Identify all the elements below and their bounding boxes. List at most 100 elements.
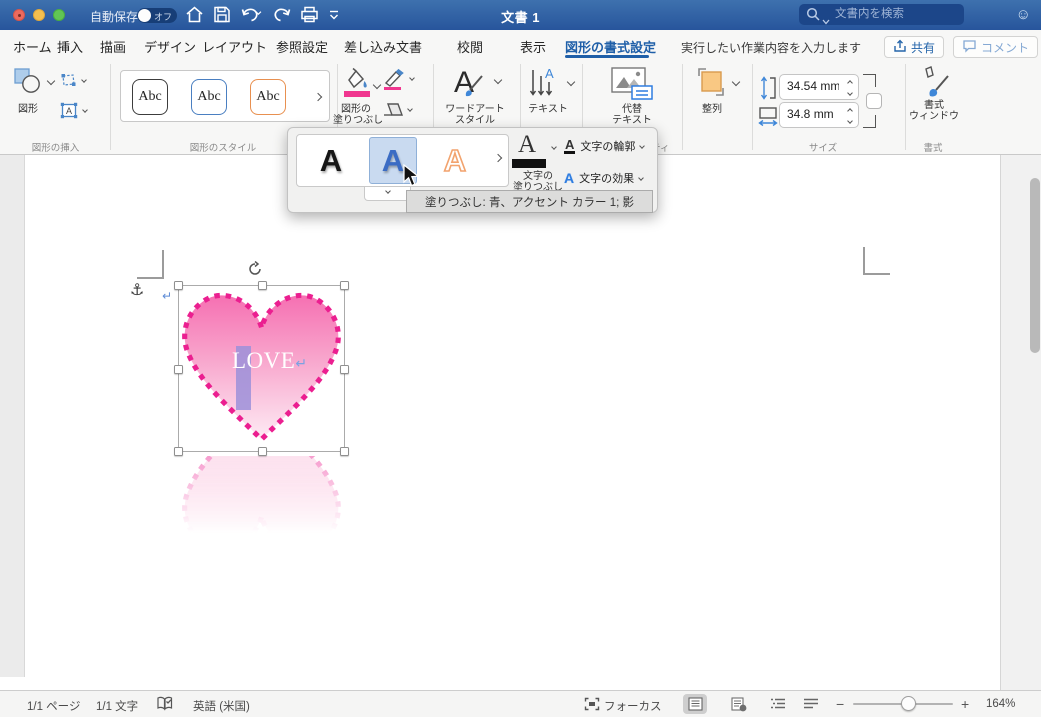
shape-height-input[interactable] — [787, 79, 839, 93]
shape-style-orange[interactable]: Abc — [250, 79, 286, 115]
search-scope-chevron-icon[interactable] — [822, 12, 830, 30]
gallery-more-icon[interactable] — [313, 92, 323, 102]
chevron-down-icon — [372, 80, 382, 90]
chevron-down-icon — [731, 77, 741, 87]
shape-fill-button[interactable] — [340, 66, 382, 103]
svg-text:A: A — [545, 66, 554, 81]
zoom-in-button[interactable]: + — [961, 696, 969, 712]
tab-design[interactable]: デザイン — [144, 37, 196, 56]
resize-handle-n[interactable] — [258, 281, 267, 290]
proofing-status-icon[interactable] — [156, 696, 174, 715]
chevron-down-icon — [82, 107, 88, 113]
chevron-down-icon — [384, 188, 391, 194]
gallery-more-icon[interactable] — [493, 153, 503, 163]
svg-text:A: A — [66, 106, 72, 116]
tab-shape-format[interactable]: 図形の書式設定 — [565, 37, 656, 56]
comment-button[interactable]: コメント — [953, 36, 1039, 58]
tab-view[interactable]: 表示 — [520, 37, 546, 56]
zoom-slider-knob[interactable] — [901, 696, 916, 711]
feedback-smiley-icon[interactable]: ☺ — [1016, 6, 1031, 23]
margin-mark-top-right — [863, 247, 865, 275]
rotate-handle[interactable] — [247, 260, 263, 282]
alt-text-button[interactable] — [610, 66, 654, 105]
resize-handle-se[interactable] — [340, 447, 349, 456]
heart-reflection — [176, 456, 347, 566]
text-effects-button[interactable]: A 文字の効果 — [564, 169, 656, 187]
text-box-button[interactable]: A — [60, 102, 88, 124]
view-outline-button[interactable] — [766, 694, 790, 714]
width-stepper[interactable] — [844, 106, 855, 126]
resize-handle-ne[interactable] — [340, 281, 349, 290]
group-divider — [682, 64, 683, 150]
margin-mark-top-left — [137, 277, 164, 279]
margin-mark-top-left — [162, 250, 164, 278]
edit-points-icon — [60, 74, 77, 92]
pen-icon — [384, 68, 404, 90]
tab-references[interactable]: 参照設定 — [276, 37, 328, 56]
tab-home[interactable]: ホーム — [13, 37, 52, 56]
shapes-icon — [14, 68, 44, 99]
tab-draw[interactable]: 描画 — [100, 37, 126, 56]
chevron-down-icon — [551, 144, 557, 150]
wordart-styles-popup: A A A A 文字の 塗りつぶし A 文字の輪郭 A 文字の効果 塗りつぶし:… — [287, 127, 658, 213]
focus-mode-label[interactable]: フォーカス — [604, 698, 662, 714]
view-draft-button[interactable] — [799, 694, 823, 714]
align-icon — [695, 68, 727, 102]
resize-handle-sw[interactable] — [174, 447, 183, 456]
shape-height-field[interactable] — [779, 74, 859, 100]
share-button[interactable]: 共有 — [884, 36, 945, 58]
shape-height-icon — [760, 76, 777, 105]
shape-outline-button[interactable] — [382, 68, 415, 95]
align-button[interactable] — [695, 66, 741, 103]
style-tooltip: 塗りつぶし: 青、アクセント カラー 1; 影 — [406, 190, 653, 213]
wordart-style-black[interactable]: A — [307, 137, 355, 184]
shape-style-black[interactable]: Abc — [132, 79, 168, 115]
paragraph-return-icon: ↵ — [162, 289, 173, 303]
group-label-format: 書式 — [923, 143, 943, 154]
resize-handle-s[interactable] — [258, 447, 267, 456]
shape-width-input[interactable] — [787, 107, 839, 121]
search-input[interactable] — [835, 5, 959, 23]
chevron-down-icon — [81, 77, 87, 83]
text-outline-button[interactable]: A 文字の輪郭 — [564, 137, 656, 155]
page-count[interactable]: 1/1 ページ — [27, 698, 80, 714]
insert-shape-button[interactable] — [10, 66, 56, 106]
anchor-icon: ⚓ — [130, 282, 145, 299]
shape-width-icon — [758, 106, 778, 133]
vertical-scrollbar[interactable] — [1000, 155, 1041, 690]
language-indicator[interactable]: 英語 (米国) — [193, 698, 250, 714]
tab-insert[interactable]: 挿入 — [57, 37, 83, 56]
wordart-label: ワードアート スタイル — [445, 104, 505, 126]
chevron-down-icon — [407, 106, 413, 112]
tab-review[interactable]: 校閲 — [457, 37, 483, 56]
search-box[interactable] — [799, 4, 964, 25]
document-canvas[interactable]: ⚓ ↵ LOVE↵ — [0, 155, 1041, 690]
wordart-style-orange-outline[interactable]: A — [431, 137, 479, 184]
shape-effects-button[interactable] — [382, 102, 413, 123]
format-pane-label: 書式 ウィンドウ — [909, 100, 959, 122]
focus-mode-icon[interactable] — [584, 697, 600, 714]
height-stepper[interactable] — [844, 78, 855, 98]
resize-handle-e[interactable] — [340, 365, 349, 374]
title-bar: 自動保存 オフ 文書 1 文書内を検索 ☺ — [0, 0, 1041, 30]
align-label: 整列 — [702, 104, 722, 115]
scrollbar-thumb[interactable] — [1030, 178, 1040, 353]
shape-width-field[interactable] — [779, 102, 859, 128]
zoom-out-button[interactable]: − — [836, 696, 844, 712]
word-count[interactable]: 1/1 文字 — [96, 698, 138, 714]
zoom-level[interactable]: 164% — [986, 698, 1015, 710]
tell-me-input[interactable]: 実行したい作業内容を入力します — [681, 39, 861, 56]
lock-ratio-bracket-top — [863, 74, 876, 87]
view-print-layout-button[interactable] — [683, 694, 707, 714]
edit-shape-button[interactable] — [60, 72, 87, 93]
tab-layout[interactable]: レイアウト — [202, 37, 267, 56]
tab-mailings[interactable]: 差し込み文書 — [344, 37, 422, 56]
shape-style-blue[interactable]: Abc — [191, 79, 227, 115]
lock-aspect-ratio-checkbox[interactable] — [866, 93, 882, 109]
resize-handle-nw[interactable] — [174, 281, 183, 290]
view-web-layout-button[interactable] — [727, 694, 751, 714]
text-fill-button[interactable]: A 文字の 塗りつぶし — [510, 131, 566, 193]
resize-handle-w[interactable] — [174, 365, 183, 374]
wordart-styles-button[interactable]: A — [450, 64, 503, 105]
text-direction-button[interactable]: A — [528, 66, 576, 105]
